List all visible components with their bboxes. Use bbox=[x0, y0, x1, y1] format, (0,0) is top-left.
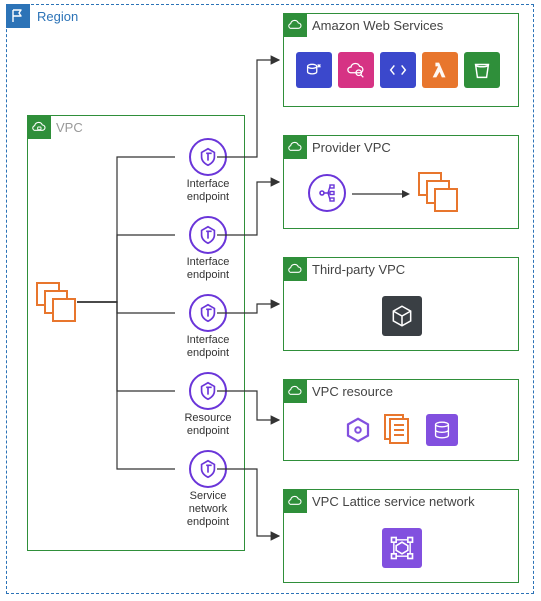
load-balancer-icon bbox=[308, 174, 346, 212]
provider-vpc-label: Provider VPC bbox=[312, 140, 391, 155]
endpoint-icon bbox=[189, 450, 227, 488]
hexagon-icon bbox=[342, 414, 374, 446]
cloud-icon bbox=[283, 13, 307, 37]
service-s3-icon bbox=[464, 52, 500, 88]
service-lambda-icon bbox=[422, 52, 458, 88]
vpc-container: VPC Interface endpoint Interface endpoin… bbox=[27, 115, 245, 551]
endpoint-label: Interface endpoint bbox=[178, 178, 238, 204]
instances-icon bbox=[418, 172, 460, 214]
service-rds-icon bbox=[296, 52, 332, 88]
resource-endpoint: Resource endpoint bbox=[178, 372, 238, 438]
database-icon bbox=[426, 414, 458, 446]
cloud-icon bbox=[283, 135, 307, 159]
vpc-resource-label: VPC resource bbox=[312, 384, 393, 399]
cloud-icon bbox=[283, 257, 307, 281]
interface-endpoint-1: Interface endpoint bbox=[178, 138, 238, 204]
aws-services-row bbox=[296, 52, 500, 88]
instances-icon bbox=[36, 282, 78, 324]
endpoint-label: Interface endpoint bbox=[178, 256, 238, 282]
interface-endpoint-3: Interface endpoint bbox=[178, 294, 238, 360]
vpc-label: VPC bbox=[56, 120, 83, 135]
marketplace-icon bbox=[382, 296, 422, 336]
interface-endpoint-2: Interface endpoint bbox=[178, 216, 238, 282]
third-party-vpc-box: Third-party VPC bbox=[283, 257, 519, 351]
arrow-icon bbox=[352, 184, 412, 204]
service-network-endpoint: Service network endpoint bbox=[178, 450, 238, 529]
documents-icon bbox=[384, 414, 416, 446]
vpc-resource-box: VPC resource bbox=[283, 379, 519, 461]
aws-box: Amazon Web Services bbox=[283, 13, 519, 107]
endpoint-icon bbox=[189, 294, 227, 332]
service-codecommit-icon bbox=[380, 52, 416, 88]
endpoint-label: Interface endpoint bbox=[178, 334, 238, 360]
endpoint-label: Resource endpoint bbox=[178, 412, 238, 438]
service-cloudwatch-icon bbox=[338, 52, 374, 88]
region-flag-icon bbox=[6, 4, 30, 28]
vpc-resource-icons bbox=[342, 414, 458, 446]
aws-label: Amazon Web Services bbox=[312, 18, 443, 33]
region-container: Region VPC Interface endpoint Interface … bbox=[6, 4, 534, 594]
endpoint-icon bbox=[189, 138, 227, 176]
third-party-vpc-label: Third-party VPC bbox=[312, 262, 405, 277]
lattice-label: VPC Lattice service network bbox=[312, 494, 475, 509]
cloud-icon bbox=[283, 379, 307, 403]
vpc-cloud-icon bbox=[27, 115, 51, 139]
lattice-icon bbox=[382, 528, 422, 568]
region-label: Region bbox=[37, 9, 78, 24]
cloud-icon bbox=[283, 489, 307, 513]
endpoint-icon bbox=[189, 216, 227, 254]
endpoint-icon bbox=[189, 372, 227, 410]
provider-vpc-box: Provider VPC bbox=[283, 135, 519, 229]
endpoint-label: Service network endpoint bbox=[178, 490, 238, 529]
lattice-box: VPC Lattice service network bbox=[283, 489, 519, 583]
